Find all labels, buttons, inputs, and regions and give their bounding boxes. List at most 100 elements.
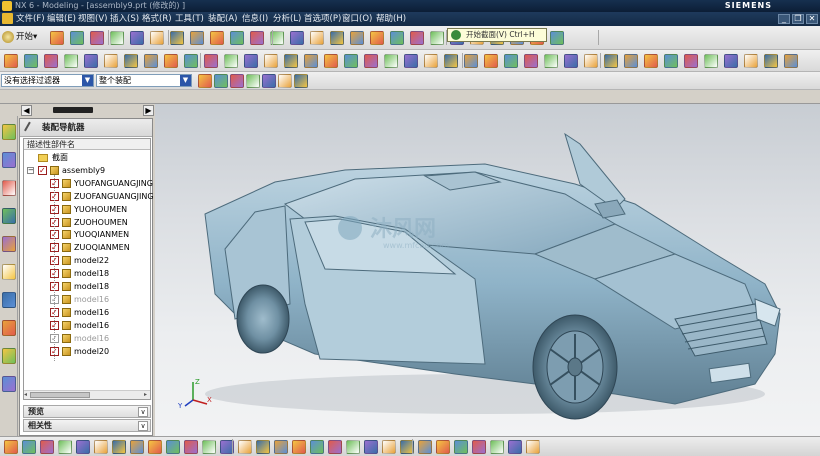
- visibility-checkbox[interactable]: [38, 164, 47, 177]
- trim-icon[interactable]: [744, 54, 758, 68]
- explode-icon[interactable]: [382, 440, 396, 454]
- part-navigator-icon[interactable]: [2, 152, 16, 168]
- mirror-icon[interactable]: [724, 54, 738, 68]
- line-icon[interactable]: [304, 54, 318, 68]
- tree-row-part[interactable]: model18: [24, 267, 150, 280]
- cube-icon[interactable]: [4, 54, 18, 68]
- tree-row-part[interactable]: ZUOQIANMEN: [24, 241, 150, 254]
- sew-icon[interactable]: [284, 54, 298, 68]
- draft-icon[interactable]: [684, 54, 698, 68]
- pattern-component-icon[interactable]: [310, 440, 324, 454]
- extrude-icon[interactable]: [44, 54, 58, 68]
- tab-scroll-thumb[interactable]: [53, 107, 93, 113]
- web-icon[interactable]: [2, 208, 16, 224]
- tree-row-part[interactable]: YUOQIANMEN: [24, 228, 150, 241]
- pin-icon[interactable]: [24, 121, 36, 135]
- chamfer-icon[interactable]: [644, 54, 658, 68]
- tree-row-part[interactable]: model18: [24, 280, 150, 293]
- tree-horizontal-scrollbar[interactable]: ◂ ▸: [24, 390, 150, 399]
- pattern-icon[interactable]: [704, 54, 718, 68]
- boss-icon[interactable]: [104, 54, 118, 68]
- menu-item-7[interactable]: 信息(I): [242, 12, 268, 26]
- menu-item-11[interactable]: 帮助(H): [376, 12, 406, 26]
- pattern-icon[interactable]: [224, 54, 238, 68]
- dependencies-section[interactable]: 相关性 ∨: [23, 419, 151, 432]
- midpoint-icon[interactable]: [262, 74, 276, 88]
- pocket-icon[interactable]: [124, 54, 138, 68]
- new-component-icon[interactable]: [22, 440, 36, 454]
- palette-icon[interactable]: [2, 292, 16, 308]
- boss-icon[interactable]: [584, 54, 598, 68]
- shaded-icon[interactable]: [330, 31, 344, 45]
- scroll-thumb[interactable]: [30, 392, 90, 398]
- tree-row-part[interactable]: ZUOHOUMEN: [24, 216, 150, 229]
- box-icon[interactable]: [504, 54, 518, 68]
- menu-item-10[interactable]: 窗口(O): [342, 12, 372, 26]
- cut-icon[interactable]: [110, 31, 124, 45]
- tree-row-part[interactable]: model22: [24, 254, 150, 267]
- reference-set-icon[interactable]: [418, 440, 432, 454]
- curve-icon[interactable]: [344, 54, 358, 68]
- menu-item-4[interactable]: 格式(R): [142, 12, 172, 26]
- cube-icon[interactable]: [294, 74, 308, 88]
- graphics-viewport[interactable]: 沐风网 www.mfcad.com Z X Y: [155, 104, 820, 436]
- copy-icon[interactable]: [130, 31, 144, 45]
- spline-icon[interactable]: [364, 54, 378, 68]
- rotate-icon[interactable]: [290, 31, 304, 45]
- menu-item-0[interactable]: 文件(F): [16, 12, 45, 26]
- menu-item-9[interactable]: 首选项(P): [304, 12, 341, 26]
- minimize-button[interactable]: _: [778, 14, 790, 24]
- ruler-icon[interactable]: [410, 31, 424, 45]
- role-icon[interactable]: [2, 320, 16, 336]
- chamfer-icon[interactable]: [164, 54, 178, 68]
- tree-row-part[interactable]: model16: [24, 332, 150, 345]
- nx-menu-icon[interactable]: [2, 13, 13, 24]
- trim-icon[interactable]: [264, 54, 278, 68]
- add-component-icon[interactable]: [508, 440, 522, 454]
- new-component-icon[interactable]: [526, 440, 540, 454]
- thicken-icon[interactable]: [464, 54, 478, 68]
- shell-icon[interactable]: [664, 54, 678, 68]
- mirror-assembly-icon[interactable]: [292, 440, 306, 454]
- clock-icon[interactable]: [2, 236, 16, 252]
- close-button[interactable]: ✕: [806, 14, 818, 24]
- undo-icon[interactable]: [170, 31, 184, 45]
- column-header[interactable]: 描述性部件名: [24, 139, 150, 150]
- tree-row-part[interactable]: model16: [24, 319, 150, 332]
- pattern-component-icon[interactable]: [58, 440, 72, 454]
- arc-icon[interactable]: [324, 54, 338, 68]
- tree-row-part[interactable]: model16: [24, 293, 150, 306]
- tree-row-part[interactable]: YUOFANGUANGJING: [24, 177, 153, 190]
- car-model[interactable]: 沐风网 www.mfcad.com Z X Y: [155, 104, 820, 436]
- scroll-right-icon[interactable]: ▶: [143, 105, 154, 116]
- extrude-icon[interactable]: [524, 54, 538, 68]
- view-icon[interactable]: [350, 31, 364, 45]
- open-icon[interactable]: [70, 31, 84, 45]
- menu-item-5[interactable]: 工具(T): [175, 12, 204, 26]
- move-component-icon[interactable]: [76, 440, 90, 454]
- menu-item-2[interactable]: 视图(V): [78, 12, 107, 26]
- system-icon[interactable]: [2, 348, 16, 364]
- constraint-icon[interactable]: [346, 440, 360, 454]
- move-component-icon[interactable]: [328, 440, 342, 454]
- paste-icon[interactable]: [150, 31, 164, 45]
- box-icon[interactable]: [24, 54, 38, 68]
- tree-row-part[interactable]: model20: [24, 345, 150, 358]
- sequence-icon[interactable]: [148, 440, 162, 454]
- image-icon[interactable]: [2, 376, 16, 392]
- new-icon[interactable]: [50, 31, 64, 45]
- add-component-icon[interactable]: [4, 440, 18, 454]
- scroll-right-icon[interactable]: ▸: [144, 391, 150, 399]
- mirror-assembly-icon[interactable]: [40, 440, 54, 454]
- chevron-down-icon[interactable]: ∨: [138, 407, 148, 417]
- arc-icon[interactable]: [230, 74, 244, 88]
- tree-row-part[interactable]: model16: [24, 306, 150, 319]
- collapse-icon[interactable]: −: [27, 166, 34, 174]
- reference-set-icon[interactable]: [166, 440, 180, 454]
- restore-button[interactable]: ❐: [792, 14, 804, 24]
- edit-icon[interactable]: [550, 31, 564, 45]
- cube-icon[interactable]: [370, 31, 384, 45]
- display-icon[interactable]: [230, 31, 244, 45]
- menu-item-1[interactable]: 编辑(E): [47, 12, 76, 26]
- revolve-icon[interactable]: [544, 54, 558, 68]
